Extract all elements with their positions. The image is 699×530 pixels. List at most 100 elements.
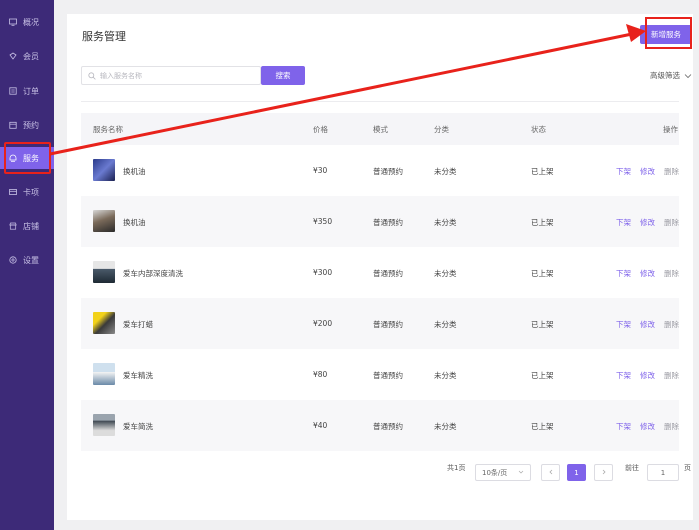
- service-status: 已上架: [531, 269, 554, 278]
- sidebar-item-label: 会员: [23, 51, 39, 61]
- service-mode: 普通预约: [373, 167, 403, 176]
- service-price: ¥200: [313, 319, 333, 328]
- column-header-name: 服务名称: [93, 125, 123, 134]
- service-name: 爱车打蜡: [123, 320, 153, 329]
- service-name: 换机油: [123, 167, 146, 176]
- service-category: 未分类: [434, 371, 457, 380]
- sidebar-item-label: 预约: [23, 120, 39, 130]
- service-mode: 普通预约: [373, 422, 403, 431]
- page-size-value: 10条/页: [482, 468, 508, 477]
- edit-link[interactable]: 修改: [640, 421, 655, 432]
- pagination-total: 共1页: [447, 464, 466, 472]
- service-mode: 普通预约: [373, 320, 403, 329]
- table-row: 爱车简洗 ¥40 普通预约 未分类 已上架 下架 修改 删除: [81, 400, 679, 451]
- edit-link[interactable]: 修改: [640, 319, 655, 330]
- sidebar-item-label: 卡项: [23, 187, 39, 197]
- offshelf-link[interactable]: 下架: [616, 421, 631, 432]
- chevron-right-icon: [601, 469, 607, 477]
- page-title: 服务管理: [82, 30, 126, 43]
- table-header: 服务名称 价格 模式 分类 状态 操作: [81, 113, 679, 145]
- service-thumbnail: [93, 210, 115, 232]
- service-price: ¥350: [313, 217, 333, 226]
- settings-icon: [9, 256, 17, 264]
- sidebar-item-overview[interactable]: 概况: [0, 11, 54, 33]
- advanced-filter-toggle[interactable]: 高级筛选: [650, 70, 692, 81]
- card-icon: [9, 188, 17, 196]
- service-thumbnail: [93, 159, 115, 181]
- sidebar-item-label: 概况: [23, 17, 39, 27]
- offshelf-link[interactable]: 下架: [616, 217, 631, 228]
- table-row: 换机油 ¥350 普通预约 未分类 已上架 下架 修改 删除: [81, 196, 679, 247]
- service-name: 换机油: [123, 218, 146, 227]
- page-size-select[interactable]: 10条/页: [475, 464, 531, 481]
- divider: [81, 101, 679, 102]
- delete-link[interactable]: 删除: [664, 319, 679, 330]
- edit-link[interactable]: 修改: [640, 166, 655, 177]
- chevron-down-icon: [684, 72, 692, 80]
- search-button[interactable]: 搜索: [261, 66, 305, 85]
- advanced-filter-label: 高级筛选: [650, 71, 680, 80]
- service-category: 未分类: [434, 167, 457, 176]
- service-category: 未分类: [434, 269, 457, 278]
- delete-link[interactable]: 删除: [664, 217, 679, 228]
- sidebar: 概况 会员 订单 预约 服务 卡项 店铺 设置: [0, 0, 54, 530]
- goto-page-input[interactable]: 1: [647, 464, 679, 481]
- table-row: 爱车打蜡 ¥200 普通预约 未分类 已上架 下架 修改 删除: [81, 298, 679, 349]
- offshelf-link[interactable]: 下架: [616, 166, 631, 177]
- service-price: ¥300: [313, 268, 333, 277]
- offshelf-link[interactable]: 下架: [616, 268, 631, 279]
- service-thumbnail: [93, 363, 115, 385]
- service-category: 未分类: [434, 422, 457, 431]
- chevron-down-icon: [518, 469, 524, 477]
- delete-link[interactable]: 删除: [664, 370, 679, 381]
- offshelf-link[interactable]: 下架: [616, 319, 631, 330]
- edit-link[interactable]: 修改: [640, 370, 655, 381]
- page-button-current[interactable]: 1: [567, 464, 586, 481]
- sidebar-item-settings[interactable]: 设置: [0, 249, 54, 271]
- service-status: 已上架: [531, 422, 554, 431]
- service-thumbnail: [93, 261, 115, 283]
- sidebar-item-label: 订单: [23, 86, 39, 96]
- service-status: 已上架: [531, 167, 554, 176]
- sidebar-item-card[interactable]: 卡项: [0, 181, 54, 203]
- service-name: 爱车内部深度清洗: [123, 269, 183, 278]
- goto-label: 前往: [625, 464, 639, 472]
- monitor-icon: [9, 18, 17, 26]
- delete-link[interactable]: 删除: [664, 421, 679, 432]
- service-name: 爱车精洗: [123, 371, 153, 380]
- service-price: ¥80: [313, 370, 328, 379]
- service-mode: 普通预约: [373, 269, 403, 278]
- delete-link[interactable]: 删除: [664, 166, 679, 177]
- service-price: ¥30: [313, 166, 328, 175]
- prev-page-button[interactable]: [541, 464, 560, 481]
- column-header-price: 价格: [313, 125, 328, 134]
- search-icon: [88, 71, 96, 80]
- sidebar-item-order[interactable]: 订单: [0, 80, 54, 102]
- column-header-mode: 模式: [373, 125, 388, 134]
- sidebar-item-member[interactable]: 会员: [0, 45, 54, 67]
- edit-link[interactable]: 修改: [640, 217, 655, 228]
- sidebar-item-shop[interactable]: 店铺: [0, 215, 54, 237]
- service-category: 未分类: [434, 320, 457, 329]
- shop-icon: [9, 222, 17, 230]
- service-thumbnail: [93, 414, 115, 436]
- column-header-category: 分类: [434, 125, 449, 134]
- table-row: 爱车内部深度清洗 ¥300 普通预约 未分类 已上架 下架 修改 删除: [81, 247, 679, 298]
- service-name: 爱车简洗: [123, 422, 153, 431]
- page-suffix: 页: [684, 464, 691, 472]
- delete-link[interactable]: 删除: [664, 268, 679, 279]
- service-status: 已上架: [531, 218, 554, 227]
- sidebar-item-appointment[interactable]: 预约: [0, 114, 54, 136]
- service-price: ¥40: [313, 421, 328, 430]
- service-category: 未分类: [434, 218, 457, 227]
- offshelf-link[interactable]: 下架: [616, 370, 631, 381]
- service-mode: 普通预约: [373, 218, 403, 227]
- next-page-button[interactable]: [594, 464, 613, 481]
- order-icon: [9, 87, 17, 95]
- calendar-icon: [9, 121, 17, 129]
- chevron-left-icon: [548, 469, 554, 477]
- table-row: 换机油 ¥30 普通预约 未分类 已上架 下架 修改 删除: [81, 145, 679, 196]
- sidebar-highlight-box: [4, 142, 51, 174]
- search-input[interactable]: 输入服务名称: [81, 66, 261, 85]
- edit-link[interactable]: 修改: [640, 268, 655, 279]
